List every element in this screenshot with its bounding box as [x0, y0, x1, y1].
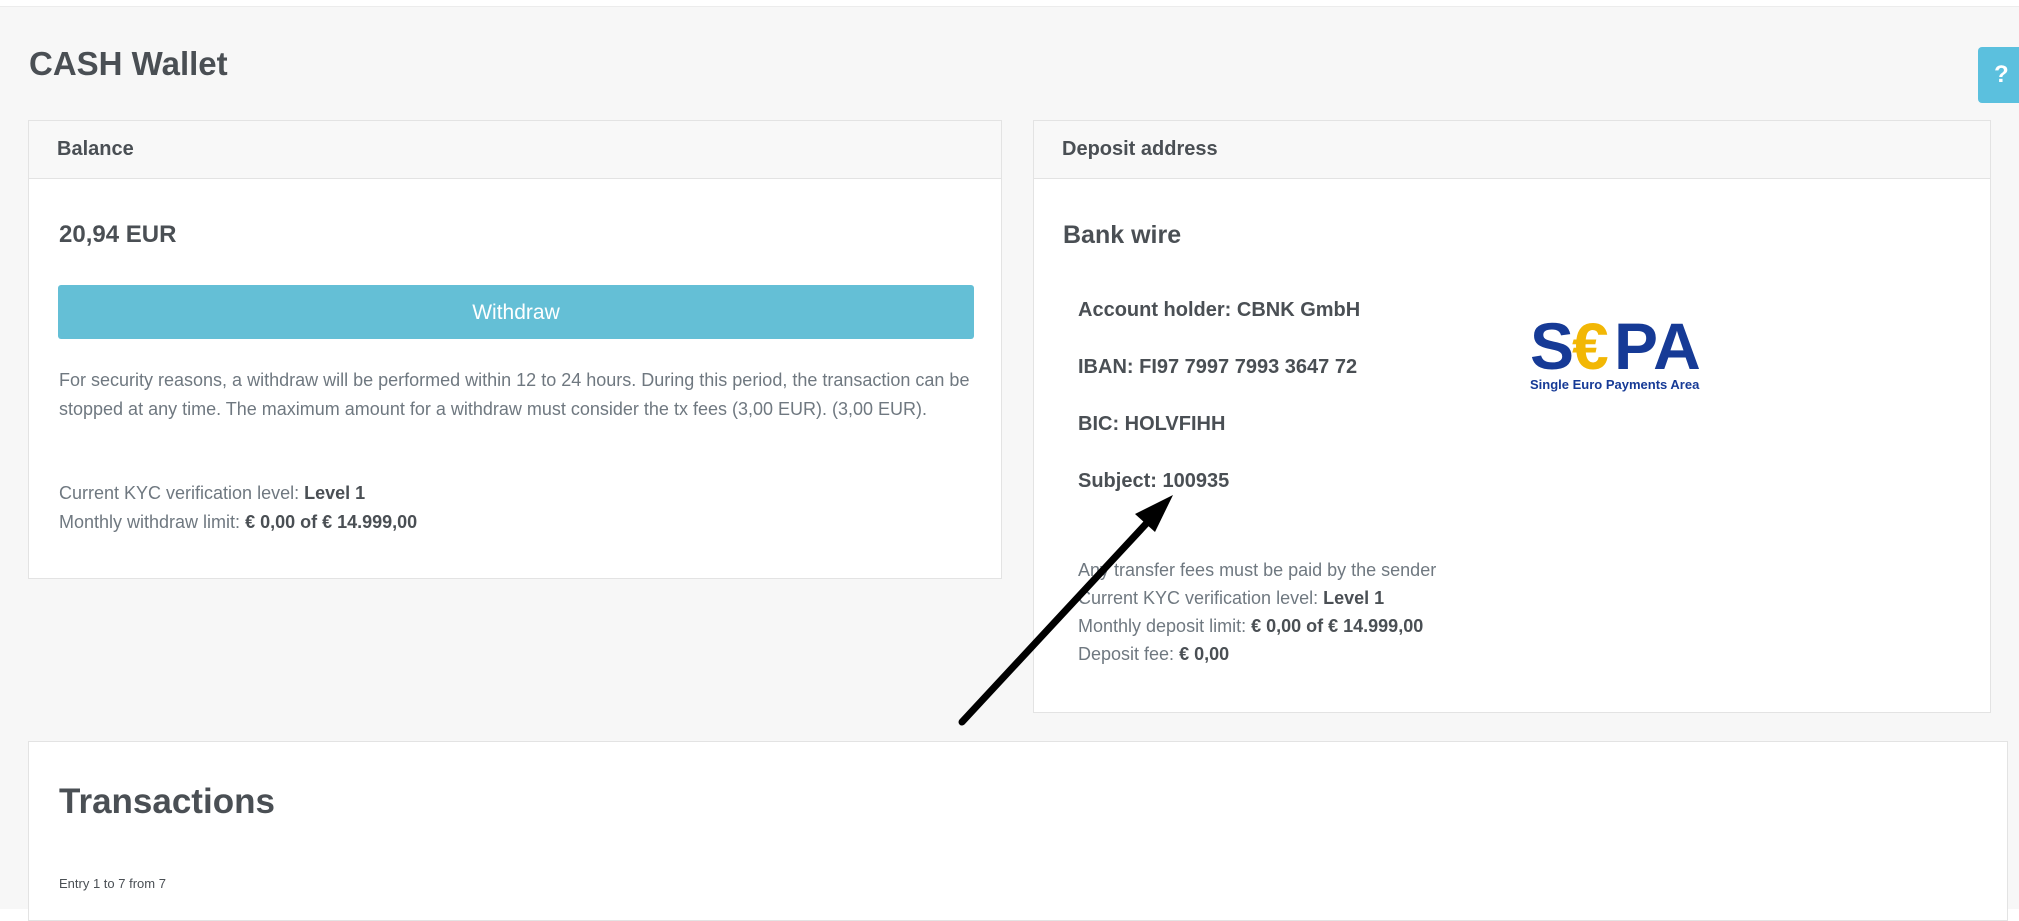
transactions-title: Transactions — [59, 782, 275, 821]
deposit-limit-label: Monthly deposit limit: — [1078, 616, 1247, 636]
withdraw-limit-label: Monthly withdraw limit: — [59, 512, 241, 532]
sepa-subtitle: Single Euro Payments Area — [1530, 377, 1700, 392]
wallet-page: CASH Wallet ? Balance 20,94 EUR Withdraw… — [0, 6, 2019, 921]
deposit-fee-label: Deposit fee: — [1078, 644, 1175, 664]
question-mark-icon: ? — [1994, 61, 2009, 88]
kyc-level-row: Current KYC verification level: Level 1 — [59, 479, 417, 508]
deposit-limit-value: € 0,00 of € 14.999,00 — [1251, 616, 1424, 636]
deposit-kyc-row: Current KYC verification level: Level 1 — [1078, 584, 1436, 612]
svg-text:€: € — [1572, 311, 1609, 383]
bank-wire-title: Bank wire — [1063, 221, 1182, 249]
balance-kyc-info: Current KYC verification level: Level 1 … — [59, 479, 417, 537]
deposit-fee-row: Deposit fee: € 0,00 — [1078, 640, 1436, 668]
transactions-card: Transactions Entry 1 to 7 from 7 — [28, 741, 2008, 921]
help-button[interactable]: ? — [1978, 47, 2019, 103]
withdraw-button[interactable]: Withdraw — [58, 285, 974, 339]
account-holder: Account holder: CBNK GmbH — [1078, 299, 1361, 321]
bic: BIC: HOLVFIHH — [1078, 413, 1226, 435]
withdraw-limit-value: € 0,00 of € 14.999,00 — [245, 512, 418, 532]
deposit-kyc-label: Current KYC verification level: — [1078, 588, 1319, 608]
deposit-fee-value: € 0,00 — [1179, 644, 1230, 664]
withdraw-security-note: For security reasons, a withdraw will be… — [59, 370, 970, 419]
balance-card: Balance 20,94 EUR Withdraw For security … — [28, 120, 1002, 579]
iban: IBAN: FI97 7997 7993 3647 72 — [1078, 356, 1358, 378]
kyc-level-label: Current KYC verification level: — [59, 483, 300, 503]
deposit-kyc-value: Level 1 — [1323, 588, 1385, 608]
svg-text:S: S — [1530, 311, 1574, 383]
kyc-level-value: Level 1 — [304, 483, 366, 503]
page-title: CASH Wallet — [29, 45, 228, 82]
svg-text:PA: PA — [1614, 311, 1701, 383]
deposit-header: Deposit address — [1034, 121, 1990, 179]
deposit-info: Any transfer fees must be paid by the se… — [1078, 556, 1436, 668]
balance-amount: 20,94 EUR — [59, 221, 177, 248]
fees-note: Any transfer fees must be paid by the se… — [1078, 560, 1437, 580]
deposit-limit-row: Monthly deposit limit: € 0,00 of € 14.99… — [1078, 612, 1436, 640]
subject: Subject: 100935 — [1078, 470, 1230, 492]
withdraw-limit-row: Monthly withdraw limit: € 0,00 of € 14.9… — [59, 508, 417, 537]
balance-header: Balance — [29, 121, 1001, 179]
sepa-logo: S € PA Single Euro Payments Area — [1530, 311, 1701, 392]
transactions-entry-count: Entry 1 to 7 from 7 — [59, 876, 166, 891]
deposit-card: Deposit address Bank wire Account holder… — [1033, 120, 1991, 713]
